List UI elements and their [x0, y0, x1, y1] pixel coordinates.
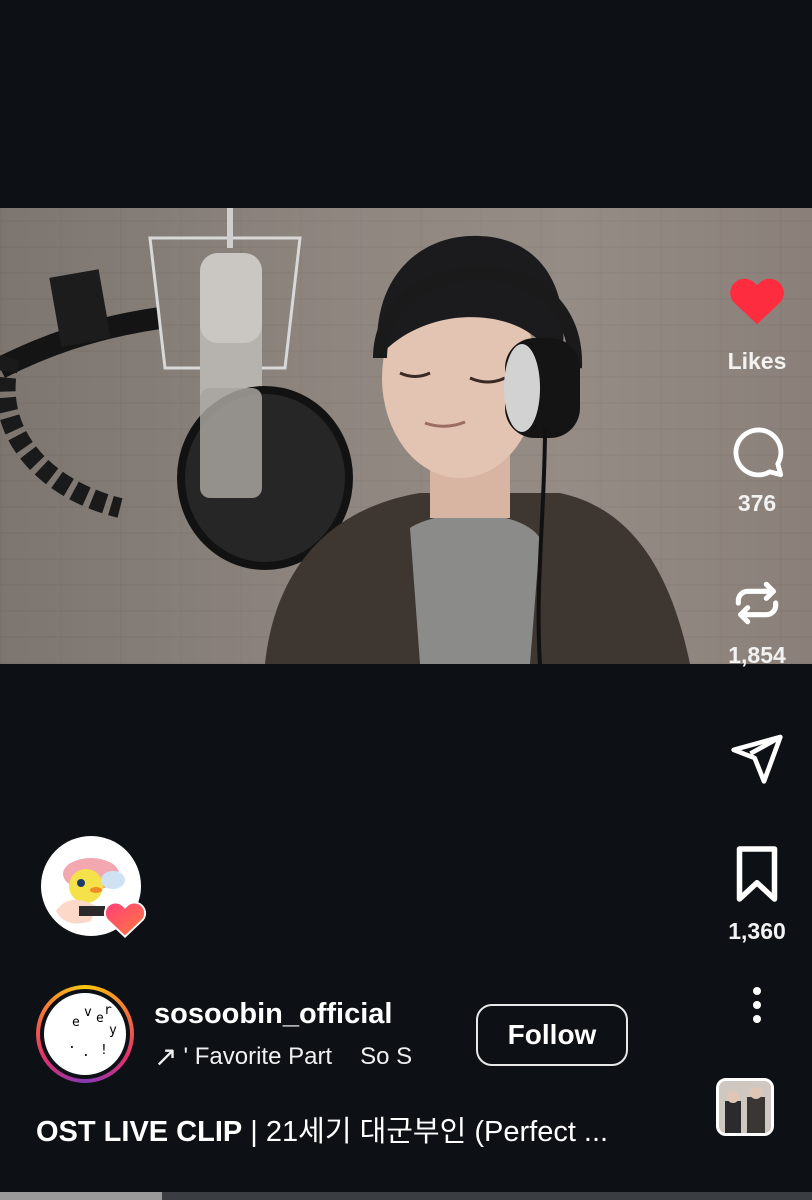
saves-count: 1,360 — [728, 918, 786, 944]
avatar-letter: v — [84, 1005, 92, 1020]
avatar-letter: r — [104, 1003, 112, 1018]
heart-icon — [730, 278, 784, 325]
author-avatar[interactable]: e v e r y . . ! — [36, 985, 134, 1083]
caption-text: | 21세기 대군부인 (Perfect ... — [242, 1116, 609, 1148]
avatar-letter: e — [96, 1011, 104, 1026]
action-rail: Likes 376 1,854 1,360 — [702, 0, 812, 1200]
more-vertical-icon — [753, 987, 761, 1023]
repost-icon — [735, 581, 779, 625]
likes-label: Likes — [727, 348, 787, 374]
follow-button[interactable]: Follow — [476, 1004, 628, 1066]
author-username[interactable]: sosoobin_official — [154, 998, 392, 1031]
audio-thumbnail[interactable] — [716, 1078, 774, 1136]
share-button[interactable] — [702, 730, 812, 786]
avatar-letter: ! — [100, 1043, 108, 1058]
repost-button[interactable]: 1,854 — [702, 574, 812, 669]
bookmark-icon — [736, 846, 778, 902]
video-frame[interactable] — [0, 208, 812, 664]
avatar-letter: y — [109, 1023, 117, 1038]
like-button[interactable]: Likes — [702, 270, 812, 375]
video-progress-fill — [0, 1192, 163, 1200]
thumbnail-image — [719, 1081, 771, 1133]
audio-track[interactable]: ↗ ' Favorite Part So S — [154, 1040, 454, 1073]
avatar-letter: . — [68, 1037, 76, 1052]
arrow-up-right-icon: ↗ — [154, 1041, 178, 1072]
avatar-image: e v e r y . . ! — [40, 989, 130, 1079]
send-icon — [731, 734, 783, 784]
video-progress-bar[interactable] — [0, 1192, 812, 1200]
save-button[interactable]: 1,360 — [702, 844, 812, 945]
avatar-letter: e — [72, 1015, 80, 1030]
audio-text-next: So S — [360, 1042, 413, 1070]
comments-count: 376 — [737, 490, 777, 516]
caption-bold: OST LIVE CLIP — [36, 1116, 243, 1148]
avatar-letter: . — [82, 1045, 90, 1060]
reposts-count: 1,854 — [728, 642, 786, 668]
comment-button[interactable]: 376 — [702, 422, 812, 517]
heart-badge-icon — [103, 901, 147, 938]
audio-text: ' Favorite Part — [183, 1042, 333, 1070]
video-scene — [0, 208, 690, 664]
more-options-button[interactable] — [702, 986, 812, 1024]
comment-bubble-icon — [733, 427, 784, 478]
post-caption[interactable]: OST LIVE CLIP | 21세기 대군부인 (Perfect ... — [36, 1108, 666, 1150]
